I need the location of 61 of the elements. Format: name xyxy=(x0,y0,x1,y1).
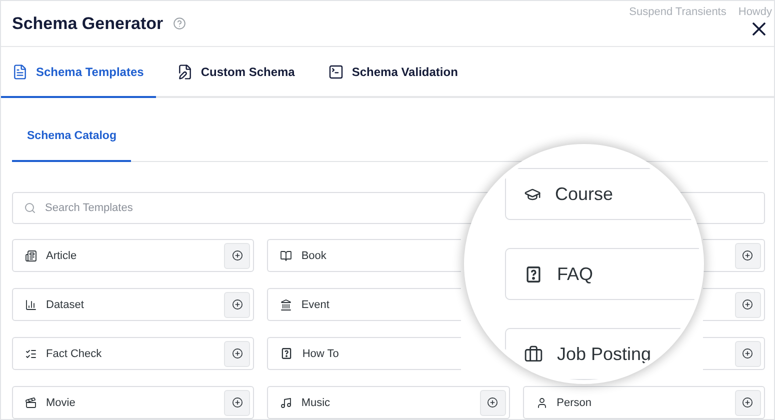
document-pen-icon xyxy=(176,64,193,80)
bar-chart-icon xyxy=(25,298,37,310)
add-button[interactable] xyxy=(734,390,761,416)
plus-circle-icon xyxy=(742,397,754,408)
modal-title: Schema Generator xyxy=(12,14,164,34)
template-card[interactable]: Fact Check xyxy=(12,337,254,370)
template-name: Person xyxy=(556,396,593,408)
template-card[interactable]: Book xyxy=(267,239,462,272)
subtab[interactable]: Schema Catalog xyxy=(12,98,132,162)
add-button[interactable] xyxy=(224,340,250,366)
template-card[interactable]: Article xyxy=(12,239,254,272)
plus-circle-icon xyxy=(742,348,754,359)
person-icon xyxy=(536,396,548,408)
template-name: Event xyxy=(301,298,330,310)
plus-circle-icon xyxy=(487,397,498,408)
question-icon xyxy=(280,347,294,360)
search-icon xyxy=(24,202,36,214)
plus-circle-icon xyxy=(742,250,754,261)
background-text: Suspend Transients xyxy=(629,6,726,18)
building-icon xyxy=(280,298,292,310)
tab[interactable]: Schema Validation xyxy=(316,47,470,98)
template-name: Fact Check xyxy=(46,348,103,360)
plus-circle-icon xyxy=(232,397,243,408)
template-card[interactable]: Person xyxy=(522,386,765,419)
background-text: Howdy xyxy=(738,6,772,18)
add-button[interactable] xyxy=(480,390,506,416)
briefcase-icon xyxy=(524,344,543,364)
template-name: Dataset xyxy=(46,298,85,310)
template-name: Movie xyxy=(46,396,76,408)
add-button[interactable] xyxy=(734,242,761,268)
template-name: How To xyxy=(302,348,340,360)
terminal-icon xyxy=(328,64,344,80)
list-check-icon xyxy=(25,348,37,360)
help-icon[interactable] xyxy=(173,17,186,30)
add-button[interactable] xyxy=(224,242,250,268)
plus-circle-icon xyxy=(742,299,754,310)
tab[interactable]: Custom Schema xyxy=(166,47,307,98)
add-button[interactable] xyxy=(734,292,761,318)
book-icon xyxy=(280,250,292,262)
add-button[interactable] xyxy=(224,292,250,318)
plus-circle-icon xyxy=(232,348,243,359)
plus-circle-icon xyxy=(232,299,243,310)
template-card[interactable]: Movie xyxy=(12,386,254,419)
add-button[interactable] xyxy=(734,340,761,366)
document-icon xyxy=(12,64,28,80)
add-button[interactable] xyxy=(224,390,250,416)
template-name: FAQ xyxy=(557,264,594,284)
template-card[interactable]: Dataset xyxy=(12,288,254,321)
template-card[interactable]: Music xyxy=(267,386,510,419)
template-name: Job Posting xyxy=(557,344,652,364)
template-card[interactable]: How To xyxy=(267,337,462,370)
music-note-icon xyxy=(280,396,292,408)
template-name: Article xyxy=(46,250,78,262)
question-icon xyxy=(524,264,543,284)
template-card[interactable]: Event xyxy=(267,288,462,321)
clapperboard-icon xyxy=(25,396,37,408)
template-name: Book xyxy=(301,250,328,262)
template-name: Music xyxy=(301,396,332,408)
plus-circle-icon xyxy=(232,250,243,261)
article-icon xyxy=(25,250,37,262)
tab[interactable]: Schema Templates xyxy=(1,47,156,98)
